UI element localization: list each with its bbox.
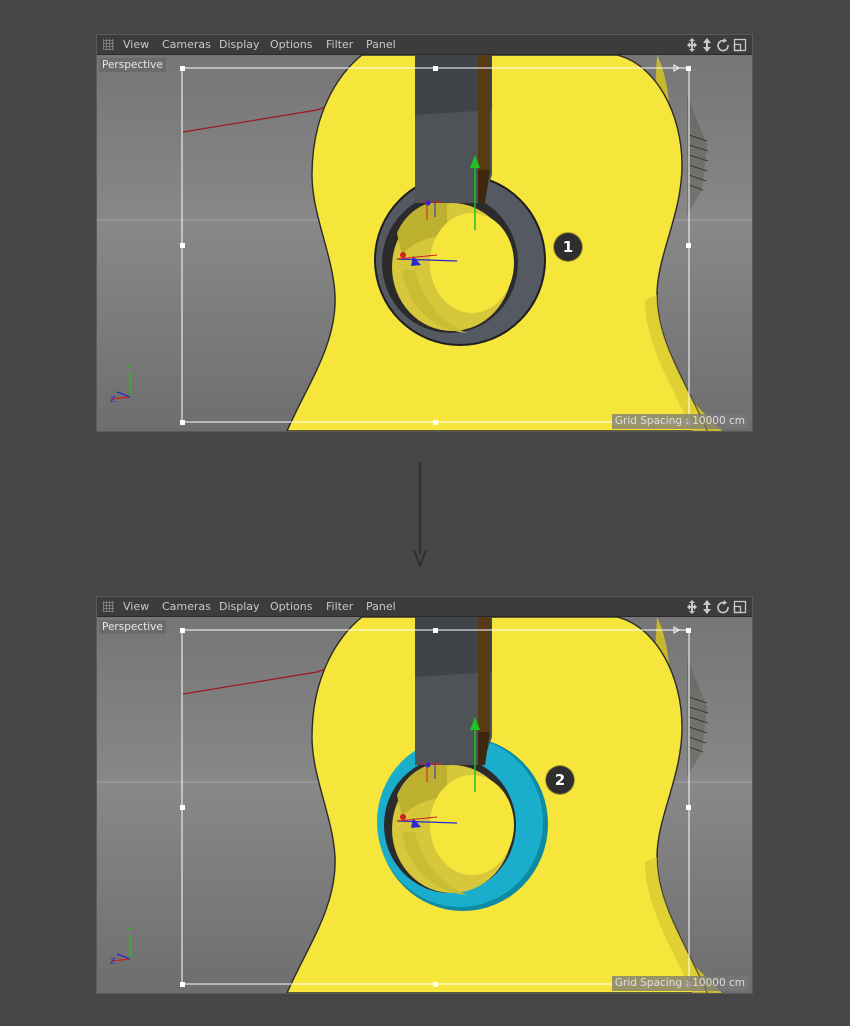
grid-spacing-label: Grid Spacing : 10000 cm (611, 414, 748, 429)
move-icon[interactable] (687, 600, 697, 614)
viewport-nav-icons (686, 599, 748, 615)
svg-text:Y: Y (126, 926, 132, 935)
panel-grip-icon[interactable] (103, 39, 114, 50)
menu-filter[interactable]: Filter (326, 600, 353, 613)
rotate-icon[interactable] (717, 600, 729, 614)
zoom-icon[interactable] (703, 38, 711, 52)
grid-spacing-label: Grid Spacing : 10000 cm (611, 976, 748, 991)
fretboard (478, 55, 490, 170)
menu-view[interactable]: View (123, 38, 149, 51)
viewport-menubar: View Cameras Display Options Filter Pane… (97, 35, 752, 55)
arrow-down-icon (412, 462, 428, 569)
svg-text:Z: Z (110, 957, 116, 966)
menu-options[interactable]: Options (270, 38, 312, 51)
menu-filter[interactable]: Filter (326, 38, 353, 51)
step-badge-2: 2 (546, 766, 574, 794)
step-badge-1: 1 (554, 233, 582, 261)
panel-grip-icon[interactable] (103, 601, 114, 612)
menu-panel[interactable]: Panel (366, 600, 396, 613)
perspective-label[interactable]: Perspective (99, 58, 166, 72)
viewport-window-before: View Cameras Display Options Filter Pane… (96, 34, 753, 432)
rotate-icon[interactable] (717, 38, 729, 52)
perspective-label[interactable]: Perspective (99, 620, 166, 634)
menu-cameras[interactable]: Cameras (162, 600, 211, 613)
svg-text:Y: Y (126, 364, 132, 373)
maximize-icon[interactable] (733, 38, 747, 52)
viewport-scene[interactable]: Y Z Perspective Grid Spacing : 10000 cm … (97, 55, 752, 431)
viewport-nav-icons (686, 37, 748, 53)
menu-panel[interactable]: Panel (366, 38, 396, 51)
zoom-icon[interactable] (703, 600, 711, 614)
menu-cameras[interactable]: Cameras (162, 38, 211, 51)
svg-text:Z: Z (110, 395, 116, 404)
move-icon[interactable] (687, 38, 697, 52)
menu-display[interactable]: Display (219, 600, 260, 613)
viewport-window-after: View Cameras Display Options Filter Pane… (96, 596, 753, 994)
viewport-scene[interactable]: Y Z Perspective Grid Spacing : 10000 cm … (97, 617, 752, 993)
maximize-icon[interactable] (733, 600, 747, 614)
menu-display[interactable]: Display (219, 38, 260, 51)
viewport-menubar: View Cameras Display Options Filter Pane… (97, 597, 752, 617)
menu-view[interactable]: View (123, 600, 149, 613)
fretboard (478, 617, 490, 732)
menu-options[interactable]: Options (270, 600, 312, 613)
